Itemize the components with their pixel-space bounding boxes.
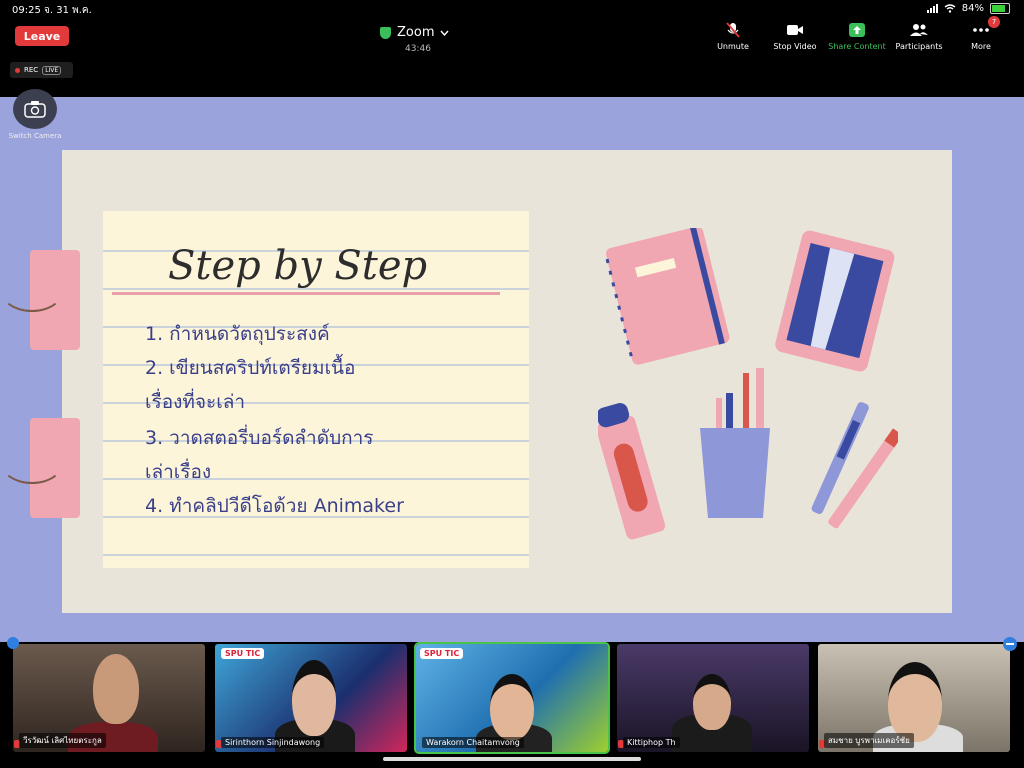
notebook-icon	[605, 228, 730, 365]
participant-face	[93, 654, 139, 724]
pen-icon	[811, 402, 869, 515]
notification-badge: 7	[988, 16, 1000, 28]
live-badge: LIVE	[42, 65, 62, 75]
step-item-4: 4. ทำคลิปวีดีโอด้วย Animaker	[145, 495, 404, 517]
participant-tile[interactable]: วีรวัฒน์ เลิศไทยตระกูล	[13, 644, 205, 752]
leave-button[interactable]: Leave	[15, 26, 69, 46]
step-item-2: 2. เขียนสคริปท์เตรียมเนื้อ	[145, 357, 356, 379]
participant-tile-active[interactable]: SPU TIC Warakorn Chaitamvong	[414, 642, 610, 754]
participant-tile[interactable]: Kittiphop Th	[617, 644, 809, 752]
spu-tic-logo: SPU TIC	[420, 648, 464, 659]
binder-ring	[0, 268, 64, 312]
share-content-button[interactable]: Share Content	[826, 22, 888, 51]
step-item-3: 3. วาดสตอรี่บอร์ดลำดับการ	[145, 427, 374, 449]
stop-video-label: Stop Video	[773, 42, 817, 51]
home-indicator[interactable]	[383, 757, 641, 761]
mic-muted-icon	[726, 22, 740, 38]
participants-icon	[910, 24, 928, 36]
rec-label: REC	[24, 66, 39, 74]
switch-camera-button[interactable]	[13, 89, 57, 129]
participant-face	[888, 662, 942, 742]
share-up-arrow-icon	[849, 23, 865, 37]
status-time-date: 09:25 จ. 31 พ.ค.	[12, 3, 92, 18]
participant-name: สมชาย บูรพาเมเคอร์ชัย	[824, 733, 914, 748]
battery-fill	[992, 5, 1005, 12]
tablet-icon	[775, 230, 895, 372]
spu-tic-logo: SPU TIC	[221, 648, 265, 659]
step-item-1: 1. กำหนดวัตถุประสงค์	[145, 323, 330, 345]
more-button[interactable]: More 7	[950, 16, 1012, 51]
meeting-title[interactable]: Zoom	[380, 25, 452, 40]
participant-tile[interactable]: สมชาย บูรพาเมเคอร์ชัย	[818, 644, 1010, 752]
participant-name: Warakorn Chaitamvong	[422, 737, 524, 748]
status-date: จ. 31 พ.ค.	[44, 5, 92, 16]
title-underline	[112, 292, 500, 295]
participant-name: วีรวัฒน์ เลิศไทยตระกูล	[19, 733, 106, 748]
minimize-strip-icon[interactable]	[1003, 637, 1017, 651]
binder-ring	[0, 440, 64, 484]
unmute-button[interactable]: Unmute	[702, 22, 764, 51]
participants-label: Participants	[895, 42, 943, 51]
record-dot-icon	[15, 67, 20, 73]
status-bar: 09:25 จ. 31 พ.ค. 84%	[0, 0, 1024, 18]
step-item-2-cont: เรื่องที่จะเล่า	[145, 391, 246, 413]
stationery-illustration	[598, 228, 898, 540]
battery-percent: 84%	[961, 3, 984, 14]
cellular-signal-icon	[926, 4, 938, 13]
camera-switch-icon	[24, 101, 46, 118]
participant-face	[292, 660, 336, 736]
participant-name: Sirinthorn Sinjindawong	[221, 737, 325, 748]
meeting-title-text: Zoom	[397, 25, 435, 40]
shield-icon	[380, 26, 391, 39]
stop-video-button[interactable]: Stop Video	[764, 22, 826, 51]
chevron-down-icon	[440, 30, 450, 36]
more-label: More	[971, 42, 991, 51]
wifi-icon	[944, 4, 956, 13]
participants-button[interactable]: Participants	[888, 22, 950, 51]
participant-face	[490, 674, 534, 740]
meeting-controls: Unmute Stop Video Share Content Particip…	[702, 16, 1012, 51]
participant-tile[interactable]: SPU TIC Sirinthorn Sinjindawong	[215, 644, 407, 752]
participant-name: Kittiphop Th	[623, 737, 680, 748]
video-camera-icon	[787, 25, 803, 35]
step-item-3-cont: เล่าเรื่อง	[145, 461, 212, 483]
pin-icon[interactable]	[7, 637, 19, 649]
recording-indicator: REC LIVE	[10, 62, 73, 78]
pencil-cup-icon	[700, 368, 770, 518]
participant-face	[693, 674, 731, 730]
battery-icon	[990, 3, 1010, 14]
meeting-timer: 43:46	[405, 44, 431, 54]
switch-camera-label: Switch Camera	[8, 132, 62, 140]
unmute-label: Unmute	[717, 42, 749, 51]
pencil-icon	[828, 428, 898, 529]
share-content-label: Share Content	[828, 42, 886, 51]
status-time: 09:25	[12, 5, 41, 16]
highlighter-icon	[598, 403, 666, 540]
status-right: 84%	[926, 3, 1010, 14]
slide-title: Step by Step	[168, 243, 428, 289]
